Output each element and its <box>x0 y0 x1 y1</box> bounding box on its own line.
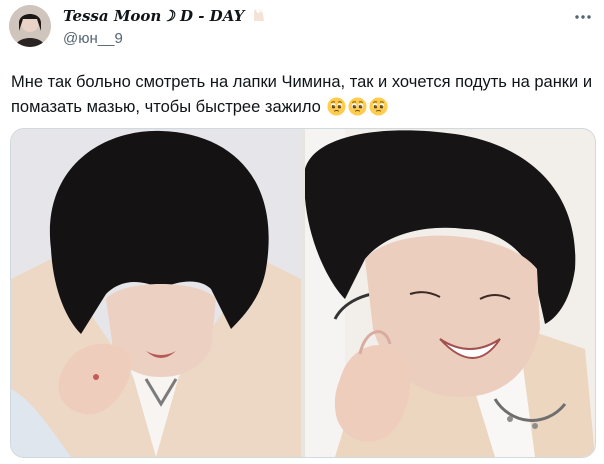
display-name-text: Tessa Moon☽ D - DAY <box>63 7 245 25</box>
display-name[interactable]: Tessa Moon☽ D - DAY <box>63 7 266 25</box>
pleading-face-emoji <box>369 97 388 116</box>
avatar[interactable] <box>9 5 51 47</box>
tweet-text: Мне так больно смотреть на лапки Чимина,… <box>11 70 595 120</box>
user-handle[interactable]: @юн__9 <box>63 30 123 47</box>
pleading-face-emoji <box>327 97 346 116</box>
photo-left[interactable] <box>11 129 301 457</box>
pleading-face-emoji <box>348 97 367 116</box>
more-options-button[interactable] <box>570 6 596 28</box>
photo-right[interactable] <box>305 129 595 457</box>
tweet-text-body: Мне так больно смотреть на лапки Чимина,… <box>11 73 593 116</box>
tweet-card: Tessa Moon☽ D - DAY @юн__9 Мне так больн… <box>0 0 604 464</box>
media-grid <box>10 128 596 458</box>
nail-emoji <box>253 9 264 21</box>
more-horizontal-icon <box>575 15 591 19</box>
